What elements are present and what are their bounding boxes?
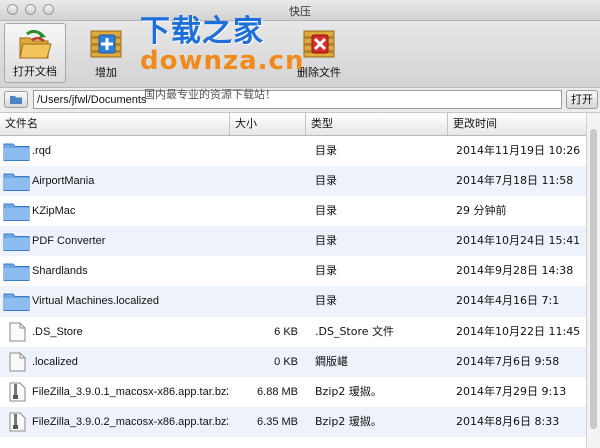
delete-archive-icon [303, 30, 335, 58]
column-header-type[interactable]: 类型 [306, 113, 448, 135]
file-size [230, 256, 298, 286]
file-type: 目录 [315, 204, 337, 218]
add-label: 增加 [95, 66, 117, 79]
file-name: Virtual Machines.localized [32, 295, 159, 308]
file-type: 目录 [315, 294, 337, 308]
title-bar: 快压 [0, 0, 600, 21]
file-date: 2014年7月18日 11:58 [456, 174, 574, 188]
watermark-logo-text: 下载之家 [140, 14, 264, 49]
file-date: 2014年9月28日 14:38 [456, 264, 574, 278]
open-document-label: 打开文档 [13, 65, 57, 78]
folder-icon [3, 143, 30, 161]
file-size [230, 286, 298, 316]
file-date: 2014年7月6日 9:58 [456, 354, 560, 368]
file-date: 2014年4月16日 7:1 [456, 294, 560, 308]
file-type: 目录 [315, 174, 337, 188]
file-date: 2014年10月22日 11:45 [456, 324, 581, 338]
file-size: 0 KB [274, 355, 298, 368]
file-name: .rqd [32, 145, 51, 157]
add-button[interactable]: 增加 [80, 23, 132, 83]
file-name: Shardlands [32, 265, 88, 278]
open-folder-icon [19, 29, 52, 59]
column-header-size[interactable]: 大小 [230, 113, 306, 135]
parent-directory-button[interactable] [4, 91, 28, 108]
file-name: PDF Converter [32, 235, 106, 248]
watermark-domain-text: downza.cn [140, 46, 305, 76]
file-list-header: 文件名 大小 类型 更改时间 [0, 113, 586, 136]
file-size: 6 KB [274, 325, 298, 338]
file-type: 鐧版嵁 [315, 354, 348, 368]
vertical-scrollbar[interactable] [586, 113, 600, 448]
table-row[interactable]: Virtual Machines.localized 目录 2014年4月16日… [0, 286, 586, 317]
archive-icon [9, 382, 26, 402]
file-date: 2014年10月24日 15:41 [456, 234, 581, 248]
file-date: 2014年8月6日 8:33 [456, 414, 560, 428]
table-row[interactable]: AirportMania 目录 2014年7月18日 11:58 [0, 166, 586, 197]
folder-icon [3, 173, 30, 192]
folder-icon [3, 233, 30, 252]
file-name: .localized [32, 355, 78, 368]
column-header-name[interactable]: 文件名 [0, 113, 230, 135]
file-type: 目录 [315, 144, 337, 157]
table-row[interactable]: .DS_Store 6 KB .DS_Store 文件 2014年10月22日 … [0, 317, 586, 347]
table-row[interactable]: Shardlands 目录 2014年9月28日 14:38 [0, 256, 586, 286]
file-size [230, 136, 298, 166]
table-row[interactable]: FileZilla_3.9.0.2_macosx-x86.app.tar.bz2… [0, 406, 586, 437]
scrollbar-thumb[interactable] [590, 129, 597, 429]
file-type: 目录 [315, 234, 337, 248]
table-row[interactable]: KZipMac 目录 29 分钟前 [0, 196, 586, 226]
table-row[interactable]: FileZilla_3.9.0.1_macosx-x86.app.tar.bz2… [0, 377, 586, 407]
path-bar: 打开 [0, 88, 600, 113]
file-name: AirportMania [32, 175, 95, 188]
document-icon [9, 322, 26, 342]
table-row[interactable]: .localized 0 KB 鐧版嵁 2014年7月6日 9:58 [0, 346, 586, 377]
folder-icon [3, 293, 30, 312]
file-name: KZipMac [32, 205, 76, 218]
file-name: FileZilla_3.9.0.1_macosx-x86.app.tar.bz2 [32, 385, 228, 398]
file-name: FileZilla_3.9.0.2_macosx-x86.app.tar.bz2 [32, 415, 228, 428]
file-date: 2014年7月29日 9:13 [456, 384, 567, 398]
file-size: 6.35 MB [257, 415, 298, 428]
file-type: Bzip2 瑷掓。 [315, 384, 382, 398]
file-size [230, 196, 298, 226]
path-input[interactable] [33, 90, 562, 109]
table-row[interactable]: PDF Converter 目录 2014年10月24日 15:41 [0, 226, 586, 257]
file-name: .DS_Store [32, 325, 83, 338]
column-header-date[interactable]: 更改时间 [448, 113, 586, 135]
file-type: 目录 [315, 264, 337, 278]
file-type: Bzip2 瑷掓。 [315, 414, 382, 428]
open-document-button[interactable]: 打开文档 [4, 23, 66, 83]
file-size [230, 226, 298, 256]
window-title: 快压 [289, 5, 311, 18]
watermark-slogan-text: 国内最专业的资源下载站！ [144, 88, 276, 101]
file-list: .rqd 目录 2014年11月19日 10:26 AirportMania 目… [0, 136, 586, 448]
table-row[interactable]: .rqd 目录 2014年11月19日 10:26 [0, 136, 586, 166]
add-archive-icon [90, 30, 122, 58]
folder-icon [3, 203, 30, 222]
file-date: 2014年11月19日 10:26 [456, 144, 581, 157]
folder-up-icon [10, 96, 22, 104]
file-size [230, 166, 298, 196]
file-type: .DS_Store 文件 [315, 324, 395, 338]
archive-icon [9, 412, 26, 432]
document-icon [9, 352, 26, 372]
file-size: 6.88 MB [257, 385, 298, 398]
file-date: 29 分钟前 [456, 204, 507, 218]
folder-icon [3, 263, 30, 282]
open-path-button[interactable]: 打开 [566, 90, 598, 109]
